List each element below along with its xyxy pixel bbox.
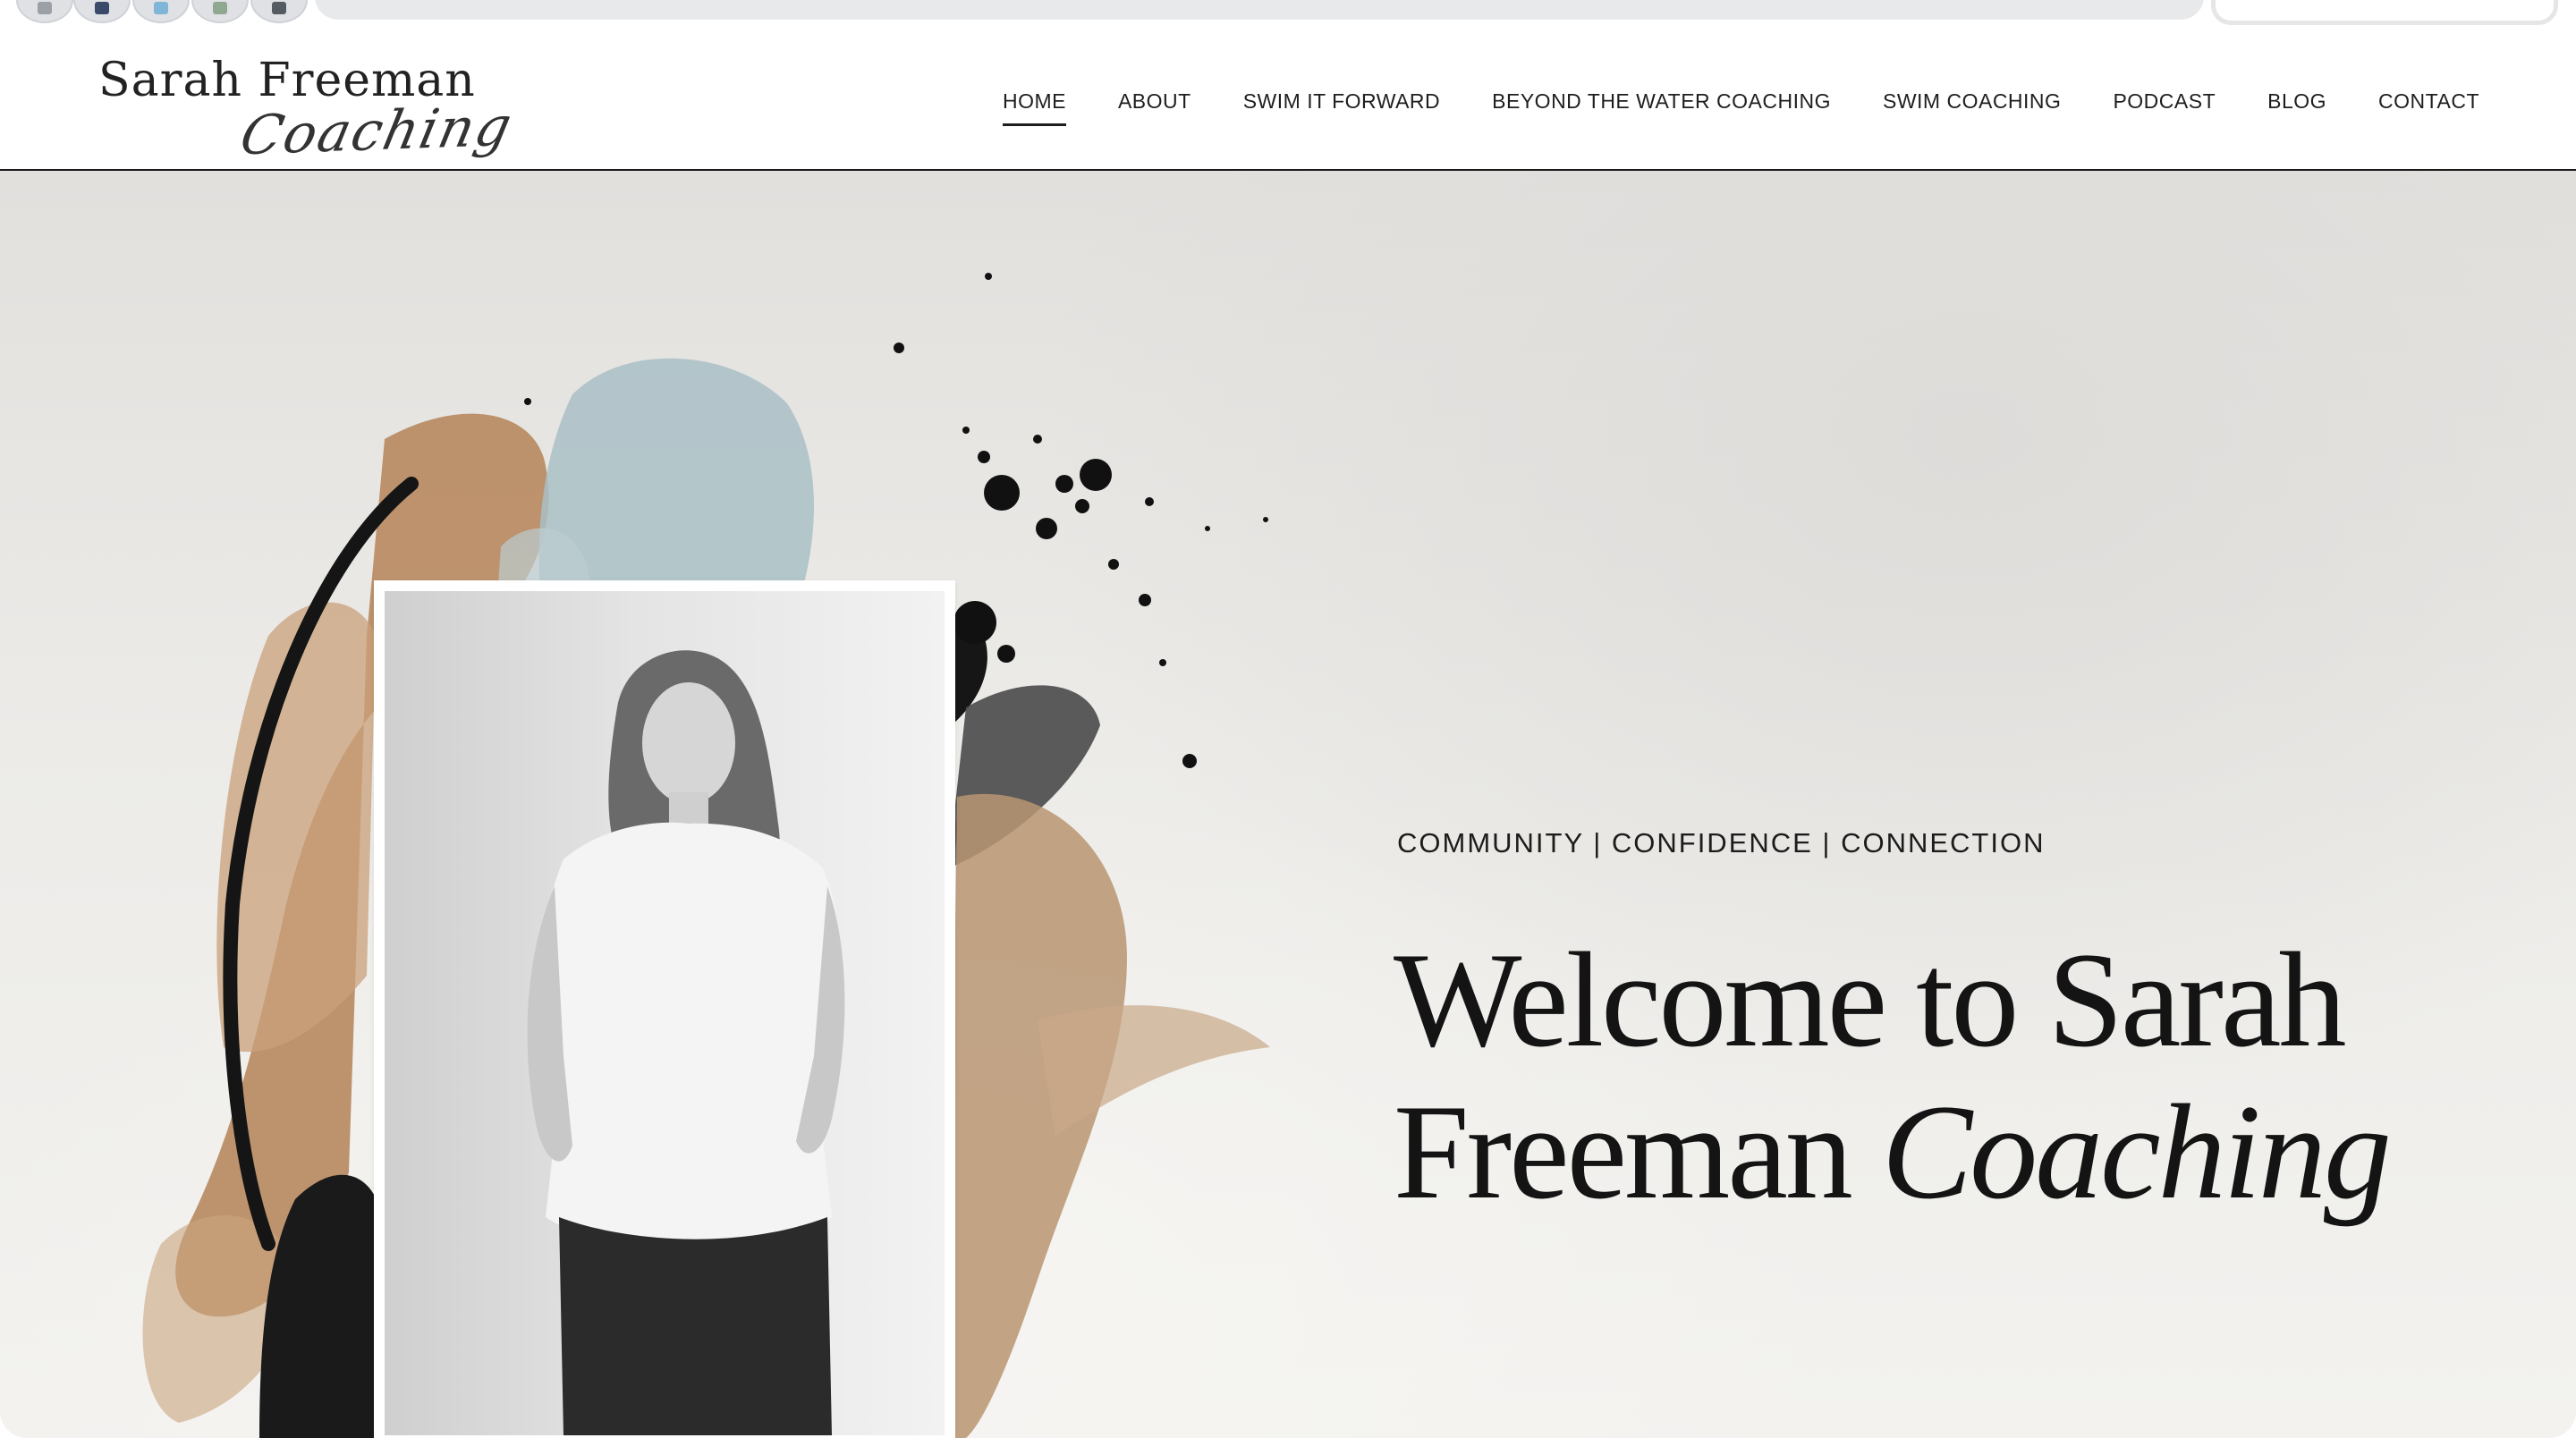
hero-headline: Welcome to Sarah Freeman Coaching (1394, 924, 2503, 1228)
main-nav: HOME ABOUT SWIM IT FORWARD BEYOND THE WA… (1002, 89, 2479, 126)
nav-swim-it-forward[interactable]: SWIM IT FORWARD (1243, 89, 1440, 126)
headline-line-1: Welcome to Sarah (1394, 925, 2346, 1075)
nav-contact[interactable]: CONTACT (2378, 89, 2479, 126)
portrait-photo-frame (374, 580, 955, 1438)
gold-glitter-stroke (948, 793, 1127, 1438)
nav-about[interactable]: ABOUT (1118, 89, 1191, 126)
portrait-jeans (559, 1217, 832, 1435)
nav-swim-coaching[interactable]: SWIM COACHING (1883, 89, 2061, 126)
headline-italic: Coaching (1881, 1077, 2392, 1227)
plus-icon (213, 2, 227, 14)
nav-beyond-the-water-coaching[interactable]: BEYOND THE WATER COACHING (1492, 89, 1831, 126)
browser-chrome (0, 0, 2576, 31)
portrait-illustration (527, 650, 845, 1435)
site-header: Sarah Freeman Coaching HOME ABOUT SWIM I… (0, 30, 2576, 171)
headline-line-2: Freeman (1394, 1077, 1853, 1227)
search-icon (154, 2, 168, 14)
browser-extension-button[interactable] (132, 0, 190, 23)
shield-icon (95, 2, 109, 14)
portrait-face (642, 682, 735, 804)
browser-extension-button[interactable] (73, 0, 131, 23)
portrait-shirt (543, 822, 840, 1249)
logo-script: Coaching (234, 95, 519, 168)
browser-extension-button[interactable] (191, 0, 249, 23)
tan-brush-stroke (1038, 1005, 1270, 1137)
hero-section: COMMUNITY | CONFIDENCE | CONNECTION Welc… (0, 171, 2576, 1438)
tool-icon (272, 2, 286, 14)
nav-home[interactable]: HOME (1002, 89, 1066, 126)
tab-strip[interactable] (315, 0, 2204, 20)
hero-tagline: COMMUNITY | CONFIDENCE | CONNECTION (1397, 827, 2046, 859)
nav-blog[interactable]: BLOG (2267, 89, 2326, 126)
site-logo[interactable]: Sarah Freeman Coaching (98, 50, 519, 168)
browser-extension-button[interactable] (250, 0, 308, 23)
favicon-icon (38, 2, 52, 14)
browser-profile-pill[interactable] (2211, 0, 2558, 25)
portrait-photo (385, 591, 945, 1435)
nav-podcast[interactable]: PODCAST (2113, 89, 2216, 126)
browser-back-button[interactable] (16, 0, 73, 23)
